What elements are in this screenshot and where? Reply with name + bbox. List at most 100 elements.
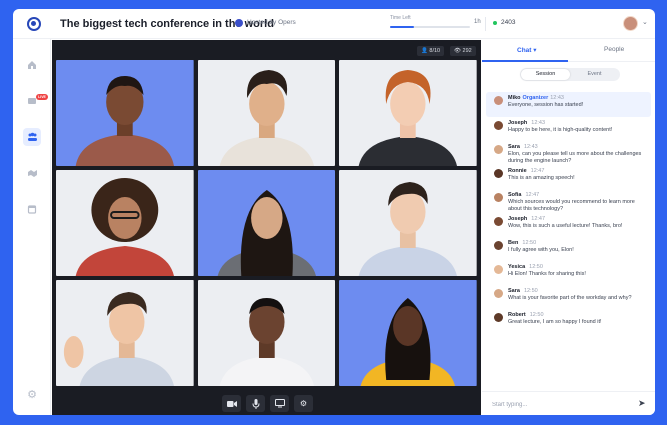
message-list: Miko Organizer 12:43 Everyone, session has …: [482, 92, 655, 333]
chevron-down-icon[interactable]: ⌄: [642, 18, 648, 26]
participant-tile-3[interactable]: [339, 60, 477, 166]
message-time: 12:50: [522, 240, 537, 246]
message-time: 12:47: [531, 216, 546, 222]
chat-message: Sara 12:50 What is your favorite part of t…: [482, 285, 655, 309]
message-avatar[interactable]: [494, 241, 503, 250]
message-text: Hi Elon! Thanks for sharing this!: [508, 271, 586, 277]
eye-icon: 👁: [454, 48, 461, 54]
home-icon: [28, 61, 36, 69]
participant-video-6: [339, 170, 477, 276]
message-author[interactable]: Ronnie: [508, 168, 527, 174]
message-avatar[interactable]: [494, 145, 503, 154]
message-avatar[interactable]: [494, 313, 503, 322]
message-author[interactable]: Sofia: [508, 192, 521, 198]
time-left-bar: [390, 26, 470, 28]
time-left-label: Time Left: [390, 15, 411, 21]
send-icon: ➤: [638, 398, 646, 408]
message-header: Sofia 12:47: [508, 192, 655, 198]
message-header: Sara 12:50: [508, 288, 655, 294]
message-author[interactable]: Joseph: [508, 120, 527, 126]
message-avatar[interactable]: [494, 265, 503, 274]
message-time: 12:50: [529, 312, 544, 318]
message-time: 12:47: [525, 192, 540, 198]
message-author[interactable]: Robert: [508, 312, 526, 318]
sidebar-item-settings[interactable]: ⚙: [23, 385, 41, 403]
message-author[interactable]: Sara: [508, 144, 520, 150]
message-author[interactable]: Ben: [508, 240, 518, 246]
message-author[interactable]: Miko: [508, 95, 521, 101]
message-avatar[interactable]: [494, 193, 503, 202]
participant-tile-7[interactable]: [56, 280, 194, 386]
message-avatar[interactable]: [494, 169, 503, 178]
message-author[interactable]: Sara: [508, 288, 520, 294]
camera-icon: [226, 400, 237, 407]
message-text: Which sources would you recommend to lea…: [508, 199, 635, 212]
participant-tile-1[interactable]: [56, 60, 194, 166]
gear-icon: ⚙: [299, 399, 308, 408]
chat-message: Joseph 12:47 Wow, this is such a useful le…: [482, 213, 655, 237]
message-avatar[interactable]: [494, 96, 503, 105]
top-bar: The biggest tech conference in the world…: [13, 9, 655, 39]
microphone-button[interactable]: [246, 395, 265, 412]
segment-event[interactable]: Event: [570, 69, 619, 80]
message-time: 12:50: [523, 288, 538, 294]
message-time: 12:43: [523, 144, 538, 150]
sidebar-item-attendees[interactable]: [23, 128, 41, 146]
panel-tabs: Chat ▾ People: [482, 40, 655, 62]
participant-tile-4[interactable]: [56, 170, 194, 276]
calendar-icon: [27, 205, 37, 214]
message-time: 12:43: [550, 95, 564, 101]
chat-panel: Chat ▾ People Session Event Miko Organize…: [482, 40, 655, 415]
message-text: Everyone, session has started!: [508, 102, 584, 108]
viewer-count: 2403: [501, 19, 516, 26]
live-badge: LIVE: [36, 94, 48, 100]
message-text: Elon, can you please tell us more about …: [508, 151, 642, 164]
message-author[interactable]: Yesica: [508, 264, 525, 270]
chat-input[interactable]: [492, 399, 622, 410]
participant-video-9: [339, 280, 477, 386]
host-label: Hosted by Opers: [247, 19, 296, 26]
message-avatar[interactable]: [494, 217, 503, 226]
attendees-icon: [27, 132, 37, 141]
active-tab-indicator: [482, 60, 568, 62]
message-avatar[interactable]: [494, 289, 503, 298]
sidebar-item-home[interactable]: [23, 56, 41, 74]
sidebar-item-calendar[interactable]: [23, 200, 41, 218]
message-text: What is your favorite part of the workda…: [508, 295, 632, 301]
live-dot-icon: [493, 21, 497, 25]
participant-tile-2[interactable]: [197, 60, 336, 166]
participant-video-2: [197, 60, 336, 166]
message-header: Joseph 12:47: [508, 216, 655, 222]
participants-icon: 👤: [421, 48, 428, 54]
screen-share-button[interactable]: [270, 395, 289, 412]
user-avatar[interactable]: [623, 16, 638, 31]
screen-share-icon: [274, 399, 285, 408]
participant-grid: [56, 60, 477, 386]
message-header: Yesica 12:50: [508, 264, 655, 270]
message-author[interactable]: Joseph: [508, 216, 527, 222]
sidebar-item-networking[interactable]: [23, 164, 41, 182]
tab-people[interactable]: People: [604, 46, 624, 53]
call-controls: ⚙: [222, 395, 313, 412]
participant-video-8: [197, 280, 336, 386]
participant-tile-9[interactable]: [339, 280, 477, 386]
message-time: 12:47: [530, 168, 545, 174]
segment-session[interactable]: Session: [521, 69, 570, 80]
participant-tile-6[interactable]: [339, 170, 477, 276]
message-text: Wow, this is such a useful lecture! Than…: [508, 223, 623, 229]
message-role-badge: Organizer: [522, 95, 549, 101]
message-avatar[interactable]: [494, 121, 503, 130]
chat-message: Ronnie 12:47 This is an amazing speech!: [482, 165, 655, 189]
participant-tile-8[interactable]: [197, 280, 336, 386]
message-header: Miko Organizer 12:43: [508, 95, 651, 101]
chat-message: Miko Organizer 12:43 Everyone, session has …: [486, 92, 651, 117]
settings-button[interactable]: ⚙: [294, 395, 313, 412]
participant-tile-5[interactable]: [197, 170, 336, 276]
chat-message: Sofia 12:47 Which sources would you recomm…: [482, 189, 655, 213]
logo-icon[interactable]: [27, 17, 41, 31]
tab-chat[interactable]: Chat ▾: [517, 46, 537, 54]
time-end-label: 1h: [474, 19, 481, 25]
send-button[interactable]: ➤: [638, 398, 646, 409]
camera-button[interactable]: [222, 395, 241, 412]
message-header: Ronnie 12:47: [508, 168, 655, 174]
